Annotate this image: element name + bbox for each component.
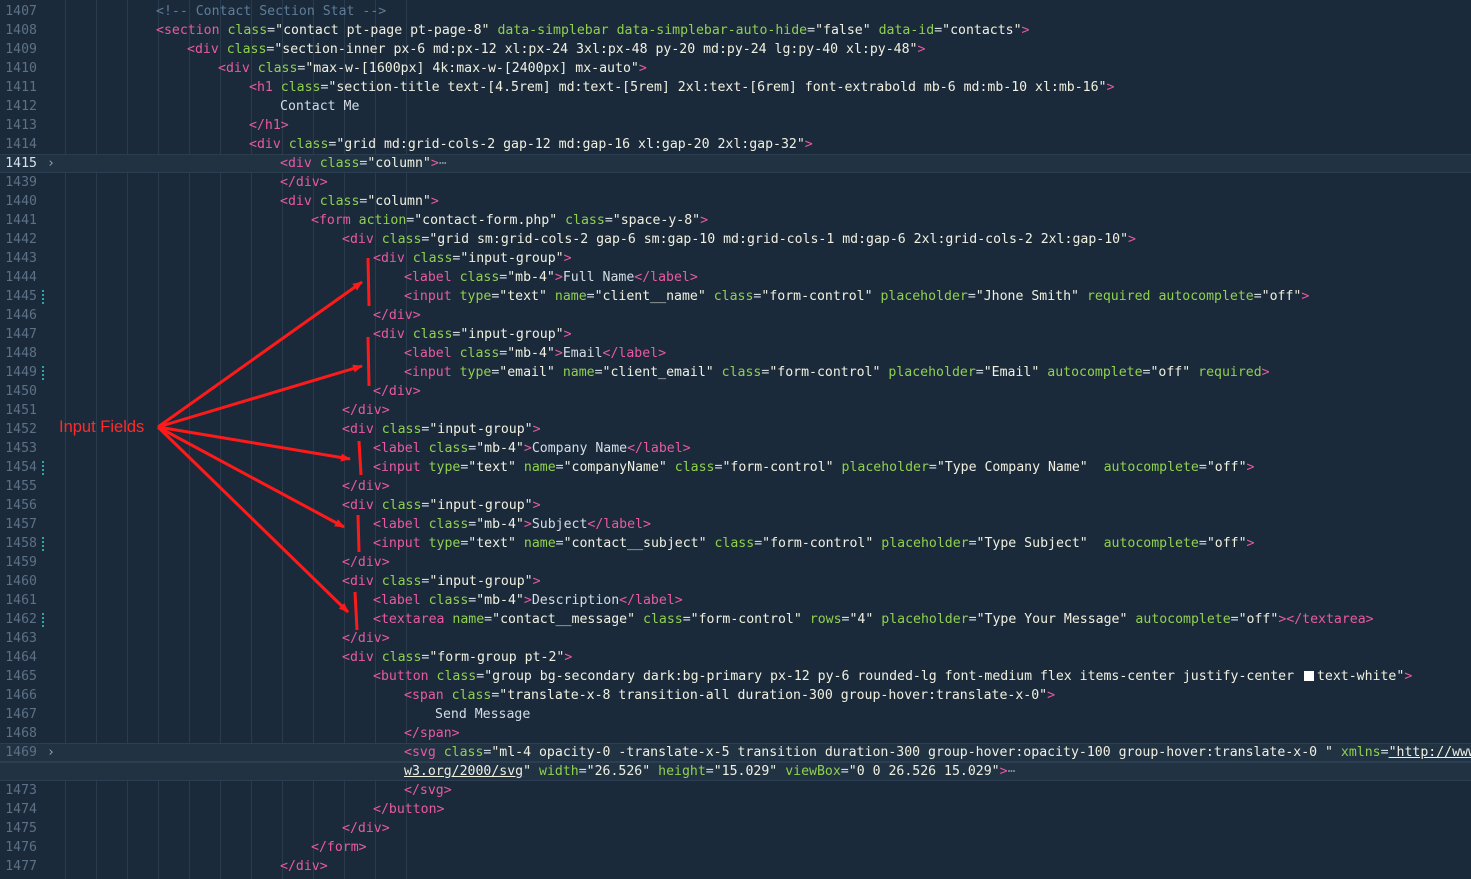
- arrow-email: [157, 364, 363, 429]
- bracket-company: [357, 440, 363, 476]
- arrow-full-name: [157, 280, 363, 429]
- bracket-email: [366, 336, 371, 387]
- bracket-description: [353, 591, 359, 631]
- annotation-brackets: [353, 257, 371, 631]
- bracket-full-name: [366, 257, 371, 307]
- annotation-arrows: [156, 280, 363, 614]
- annotation-label: Input Fields: [59, 418, 145, 436]
- annotation-overlay: [156, 257, 371, 631]
- bracket-subject: [356, 514, 361, 553]
